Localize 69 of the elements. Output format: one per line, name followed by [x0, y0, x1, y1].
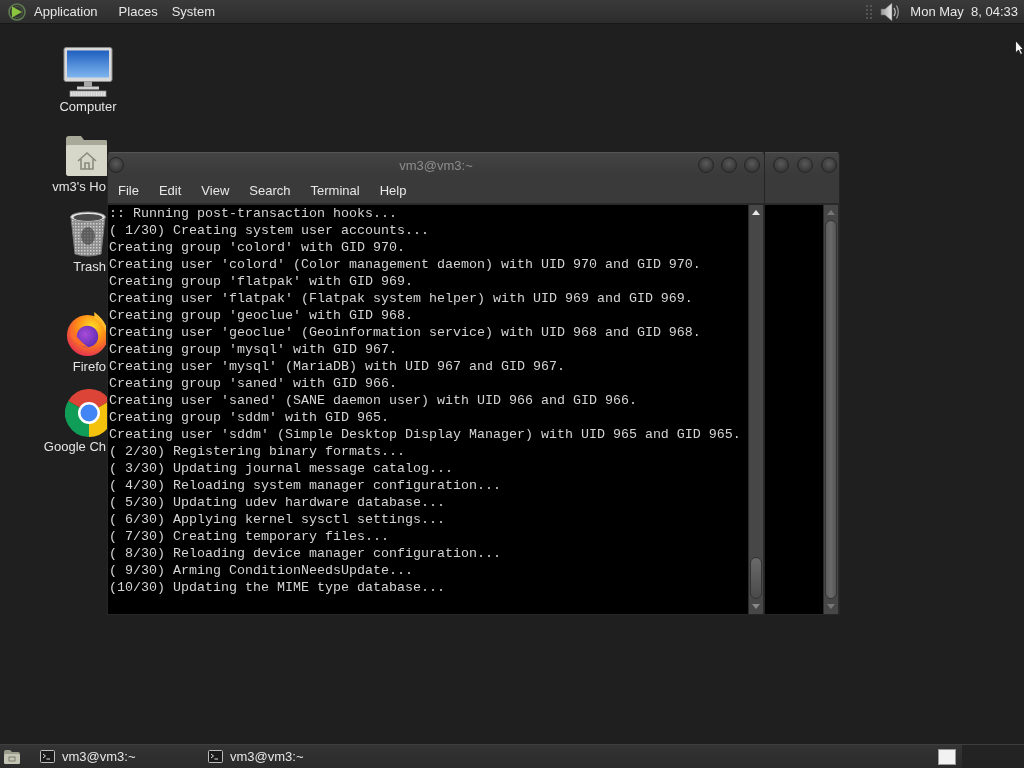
speaker-icon[interactable]: [880, 1, 901, 22]
terminal-icon: [208, 750, 223, 763]
play-circle-icon: [8, 2, 26, 21]
terminal-line: Creating user 'sddm' (Simple Desktop Display Manager) with UID 965 and GID 965.: [109, 426, 742, 443]
icon-label[interactable]: Computer: [59, 99, 117, 115]
terminal-line: ( 3/30) Updating journal message catalog...: [109, 460, 454, 477]
menu-item[interactable]: View: [191, 177, 240, 203]
close-button[interactable]: [821, 157, 837, 173]
icon-label[interactable]: Google Ch: [43, 439, 106, 455]
close-button[interactable]: [744, 157, 760, 173]
menu-item[interactable]: Edit: [148, 177, 192, 203]
monitor-icon[interactable]: [62, 47, 114, 97]
window-title: vm3@vm3:~: [399, 157, 473, 173]
terminal-line: ( 6/30) Applying kernel sysctl settings...: [109, 511, 446, 528]
workspace-icon[interactable]: [938, 748, 956, 765]
terminal-line: Creating user 'colord' (Color management daemon) with UID 970 and GID 970.: [109, 256, 702, 273]
folder-icon: [3, 748, 21, 765]
terminal-line: Creating user 'geoclue' (Geoinformation service) with UID 968 and GID 968.: [109, 324, 702, 341]
maximize-button[interactable]: [797, 157, 813, 173]
terminal-line: Creating user 'flatpak' (Flatpak system helper) with UID 969 and GID 969.: [109, 290, 694, 307]
terminal-line: ( 4/30) Reloading system manager configuration...: [109, 477, 502, 494]
up-arrow-icon[interactable]: [752, 210, 760, 215]
scrollbar[interactable]: [823, 205, 839, 614]
clock[interactable]: Mon May 8, 04:33: [904, 0, 1024, 23]
panel-menu[interactable]: System: [164, 0, 222, 23]
panel-menu[interactable]: Application: [6, 0, 112, 23]
down-arrow-icon[interactable]: [827, 604, 835, 609]
icon-label[interactable]: Trash: [73, 259, 106, 275]
menu-item[interactable]: Terminal: [300, 177, 370, 203]
terminal-line: ( 5/30) Updating udev hardware database...: [109, 494, 446, 511]
terminal-line: ( 9/30) Arming ConditionNeedsUpdate...: [109, 562, 414, 579]
window-menu-button[interactable]: [108, 157, 124, 173]
mouse-pointer-icon: [1015, 40, 1024, 55]
down-arrow-icon[interactable]: [752, 604, 760, 609]
terminal-line: Creating group 'colord' with GID 970.: [109, 239, 406, 256]
terminal-line: Creating user 'saned' (SANE daemon user) with UID 966 and GID 966.: [109, 392, 638, 409]
scrollbar-thumb[interactable]: [750, 557, 762, 599]
icon-label[interactable]: Firefo: [72, 359, 106, 375]
menu-item[interactable]: Help: [369, 177, 417, 203]
terminal-line: :: Running post-transaction hooks...: [109, 205, 398, 222]
terminal-icon: [40, 750, 55, 763]
icon-label[interactable]: vm3's Ho: [52, 179, 106, 195]
terminal-line: ( 7/30) Creating temporary files...: [109, 528, 390, 545]
drag-handle-icon: [866, 3, 873, 20]
terminal-line: Creating group 'geoclue' with GID 968.: [109, 307, 414, 324]
terminal-line: Creating user 'mysql' (MariaDB) with UID 967 and GID 967.: [109, 358, 566, 375]
home-folder-icon[interactable]: [64, 135, 107, 177]
fox-globe-icon[interactable]: [65, 310, 106, 357]
minimize-button[interactable]: [698, 157, 714, 173]
trash-icon[interactable]: [69, 211, 107, 257]
terminal-line: ( 8/30) Reloading device manager configuration...: [109, 545, 502, 562]
menu-item[interactable]: Search: [239, 177, 301, 203]
terminal-line: Creating group 'saned' with GID 966.: [109, 375, 398, 392]
terminal-line: Creating group 'mysql' with GID 967.: [109, 341, 398, 358]
terminal-line: Creating group 'flatpak' with GID 969.: [109, 273, 414, 290]
minimize-button[interactable]: [773, 157, 789, 173]
terminal-line: ( 1/30) Creating system user accounts...: [109, 222, 430, 239]
ring-logo-icon[interactable]: [64, 389, 107, 437]
menu-item[interactable]: File: [108, 177, 149, 203]
terminal-line: Creating group 'sddm' with GID 965.: [109, 409, 390, 426]
maximize-button[interactable]: [721, 157, 737, 173]
task-button[interactable]: vm3@vm3:~: [201, 745, 369, 768]
task-button[interactable]: vm3@vm3:~: [33, 745, 201, 768]
scrollbar-thumb[interactable]: [825, 220, 837, 599]
panel-menu[interactable]: Places: [111, 0, 165, 23]
terminal-line: (10/30) Updating the MIME type database...: [109, 579, 446, 596]
scrollbar[interactable]: [748, 205, 764, 614]
workspace-cell[interactable]: [962, 745, 1024, 768]
terminal-line: ( 2/30) Registering binary formats...: [109, 443, 406, 460]
